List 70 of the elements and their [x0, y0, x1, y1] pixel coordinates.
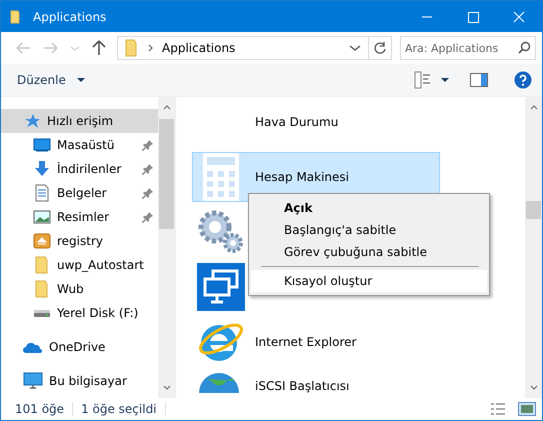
download-arrow-icon: [33, 160, 51, 178]
sidebar-label: Hızlı erişim: [47, 114, 114, 128]
file-label: Internet Explorer: [255, 335, 356, 349]
organize-button[interactable]: Düzenle: [15, 71, 68, 89]
selection-count: 1 öğe seçildi: [81, 402, 157, 416]
sidebar-label: uwp_Autostart: [57, 258, 145, 272]
address-path: Applications: [162, 41, 236, 55]
scroll-up-icon[interactable]: [528, 103, 538, 111]
sidebar-label: Resimler: [57, 210, 110, 224]
scroll-up-icon[interactable]: [162, 103, 172, 111]
scroll-down-icon[interactable]: [528, 384, 538, 392]
picture-icon: [33, 209, 51, 225]
caret-icon[interactable]: [76, 75, 86, 85]
scrollbar[interactable]: [525, 97, 542, 398]
sidebar-item[interactable]: Masaüstü: [1, 133, 158, 157]
pin-icon[interactable]: [142, 163, 154, 175]
sidebar-label: Belgeler: [57, 186, 108, 200]
sidebar-item[interactable]: İndirilenler: [1, 157, 158, 181]
sidebar-item[interactable]: Resimler: [1, 205, 158, 229]
sidebar-item[interactable]: uwp_Autostart: [1, 253, 158, 277]
monitor-icon: [33, 137, 51, 153]
view-options-icon[interactable]: [414, 71, 432, 89]
pin-icon[interactable]: [142, 139, 154, 151]
file-item[interactable]: Internet Explorer: [192, 317, 364, 367]
pin-icon[interactable]: [142, 211, 154, 223]
sidebar-label: OneDrive: [49, 340, 106, 354]
sidebar-item[interactable]: Hızlı erişim: [1, 109, 158, 133]
sidebar-label: Yerel Disk (F:): [57, 306, 140, 320]
cloud-icon: [23, 340, 43, 354]
details-view-icon[interactable]: [490, 402, 506, 416]
archive-icon: [33, 232, 51, 250]
sidebar-label: registry: [57, 234, 104, 248]
sidebar-item[interactable]: registry: [1, 229, 158, 253]
scroll-thumb[interactable]: [159, 119, 174, 229]
file-item[interactable]: iSCSI Başlatıcısı: [192, 372, 356, 394]
file-label: iSCSI Başlatıcısı: [255, 379, 350, 393]
sidebar-item[interactable]: OneDrive: [1, 335, 158, 359]
gears-icon: [197, 209, 245, 255]
scrollbar[interactable]: [158, 97, 175, 398]
search-icon: [517, 41, 531, 55]
document-icon: [33, 184, 51, 202]
large-icons-view-icon[interactable]: [518, 402, 536, 416]
file-label: Hesap Makinesi: [255, 170, 350, 184]
star-icon: [23, 113, 41, 129]
remote-desktop-icon: [197, 263, 245, 311]
caret-icon[interactable]: [440, 75, 450, 85]
sidebar-item[interactable]: Yerel Disk (F:): [1, 301, 158, 325]
scroll-down-icon[interactable]: [162, 384, 172, 392]
menu-item[interactable]: Kısayol oluştur: [251, 270, 487, 292]
address-bar[interactable]: Applications: [117, 36, 392, 60]
sidebar-label: Bu bilgisayar: [49, 374, 128, 388]
menu-item[interactable]: Görev çubuğuna sabitle: [251, 241, 487, 263]
file-item[interactable]: Hava Durumu: [192, 97, 346, 147]
file-label: Hava Durumu: [255, 115, 338, 129]
refresh-icon[interactable]: [372, 40, 388, 56]
sidebar-label: Wub: [57, 282, 85, 296]
computer-icon: [23, 372, 43, 390]
item-count: 101 öğe: [15, 402, 64, 416]
sidebar-item[interactable]: Bu bilgisayar: [1, 369, 158, 393]
window-title: Applications: [33, 10, 108, 24]
sidebar-label: İndirilenler: [57, 162, 122, 176]
search-field[interactable]: Ara: Applications: [400, 36, 536, 60]
preview-pane-icon[interactable]: [470, 73, 488, 87]
help-icon[interactable]: [514, 71, 532, 89]
sidebar-label: Masaüstü: [57, 138, 116, 152]
scroll-thumb[interactable]: [526, 201, 541, 219]
sidebar-item[interactable]: Wub: [1, 277, 158, 301]
menu-item[interactable]: Başlangıç'a sabitle: [251, 219, 487, 241]
sidebar-item[interactable]: Belgeler: [1, 181, 158, 205]
pin-icon[interactable]: [142, 187, 154, 199]
